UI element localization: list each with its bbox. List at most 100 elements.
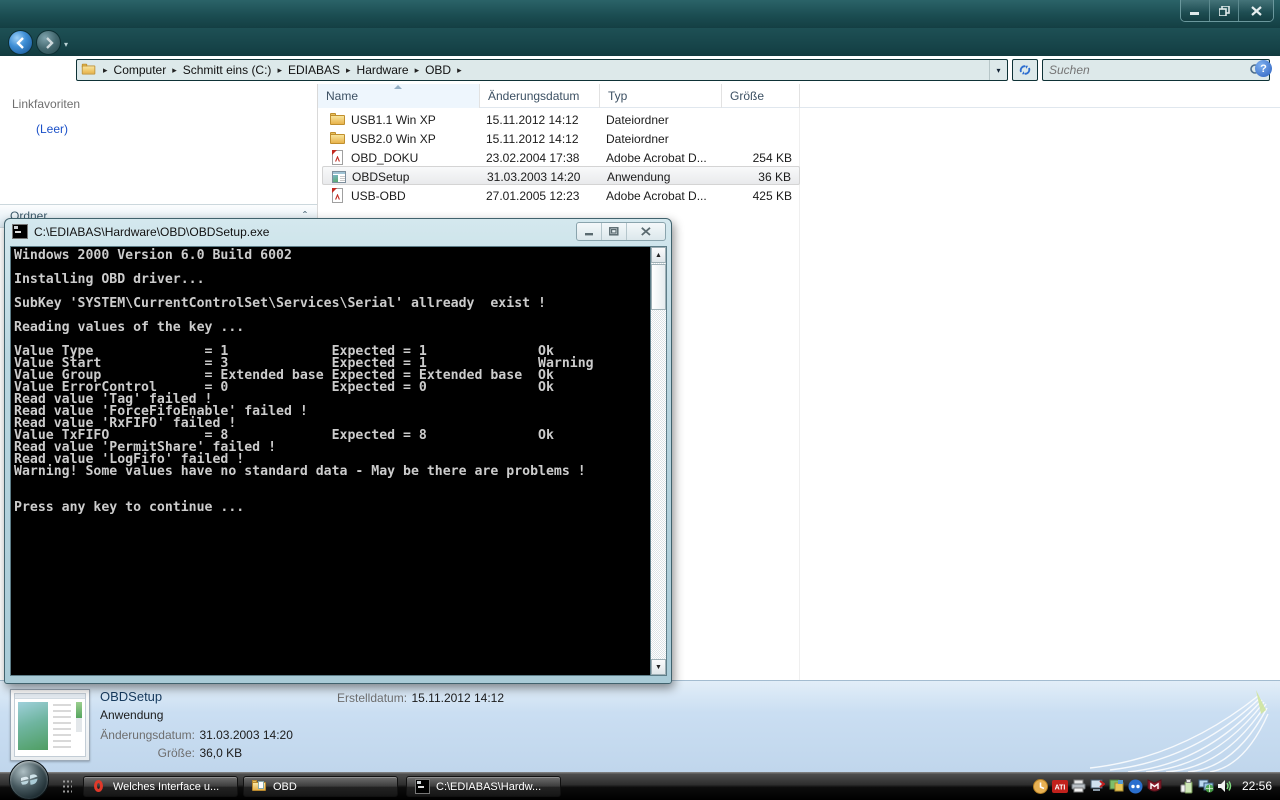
tray-pc-status-icon[interactable] <box>1090 778 1106 794</box>
search-box[interactable] <box>1042 59 1270 81</box>
file-type: Adobe Acrobat D... <box>606 186 707 205</box>
file-name: USB2.0 Win XP <box>351 132 436 146</box>
task-label: OBD <box>273 781 297 793</box>
file-name: USB-OBD <box>351 189 406 203</box>
file-row-obdsetup-selected[interactable]: OBDSetup 31.03.2003 14:20 Anwendung 36 K… <box>322 166 800 185</box>
address-dropdown-button[interactable]: ▾ <box>989 60 1007 80</box>
tray-ati-icon[interactable]: ATI <box>1052 778 1068 794</box>
file-type: Dateiordner <box>606 110 669 129</box>
tray-printer-icon[interactable] <box>1071 778 1087 794</box>
start-button[interactable] <box>9 760 49 800</box>
file-row-usb11[interactable]: USB1.1 Win XP 15.11.2012 14:12 Dateiordn… <box>322 110 800 129</box>
file-row-usb20[interactable]: USB2.0 Win XP 15.11.2012 14:12 Dateiordn… <box>322 129 800 148</box>
minimize-button[interactable] <box>1181 0 1210 21</box>
file-row-obddoku[interactable]: OBD_DOKU 23.02.2004 17:38 Adobe Acrobat … <box>322 148 800 167</box>
taskbar-clock[interactable]: 22:56 <box>1242 779 1272 793</box>
breadcrumb-folder-icon <box>82 63 96 77</box>
crumb-separator-icon: ▸ <box>451 65 468 76</box>
crumb-separator-icon: ▸ <box>97 65 114 76</box>
breadcrumb-item-drive[interactable]: Schmitt eins (C:) <box>183 63 272 77</box>
forward-arrow-icon <box>43 37 55 49</box>
tray-mcafee-icon[interactable] <box>1147 778 1163 794</box>
refresh-button[interactable] <box>1012 59 1038 81</box>
help-button[interactable]: ? <box>1255 60 1272 77</box>
close-icon <box>1251 6 1262 16</box>
breadcrumb-item-computer[interactable]: Computer <box>114 63 167 77</box>
file-name: OBDSetup <box>352 170 409 184</box>
restore-icon <box>1219 6 1230 16</box>
windows-logo-icon <box>10 761 48 799</box>
minimize-icon <box>585 228 594 236</box>
scroll-down-button[interactable]: ▼ <box>651 659 666 675</box>
search-input[interactable] <box>1049 63 1249 77</box>
sort-ascending-icon <box>394 85 402 89</box>
forward-button[interactable] <box>36 30 61 55</box>
folder-icon <box>252 779 267 794</box>
details-created-value: 15.11.2012 14:12 <box>411 691 504 705</box>
folder-icon <box>330 131 346 147</box>
column-header-size[interactable]: Größe <box>722 84 800 108</box>
crumb-separator-icon: ▸ <box>166 65 183 76</box>
details-modified-label: Änderungsdatum: <box>22 728 195 742</box>
console-maximize-button[interactable] <box>602 223 627 240</box>
console-titlebar[interactable]: C:\EDIABAS\Hardware\OBD\OBDSetup.exe <box>5 219 671 244</box>
system-tray: ATI 22:56 <box>1033 774 1276 798</box>
console-screen[interactable]: Windows 2000 Version 6.0 Build 6002 Inst… <box>10 246 650 676</box>
favorites-empty-item[interactable]: (Leer) <box>36 122 68 136</box>
breadcrumb[interactable]: ▸ Computer ▸ Schmitt eins (C:) ▸ EDIABAS… <box>76 59 1008 81</box>
console-title: C:\EDIABAS\Hardware\OBD\OBDSetup.exe <box>34 225 269 239</box>
tray-network-icon[interactable] <box>1198 778 1214 794</box>
tray-volume-icon[interactable] <box>1217 778 1233 794</box>
close-button[interactable] <box>1239 0 1273 21</box>
cmd-icon <box>415 779 430 794</box>
file-row-usbobd[interactable]: USB-OBD 27.01.2005 12:23 Adobe Acrobat D… <box>322 186 800 205</box>
tray-display-settings-icon[interactable] <box>1109 778 1125 794</box>
refresh-icon <box>1018 63 1032 77</box>
crumb-separator-icon: ▸ <box>340 65 357 76</box>
pdf-file-icon <box>330 188 346 204</box>
scrollbar-thumb[interactable] <box>651 264 666 310</box>
tray-messenger-icon[interactable] <box>1128 778 1144 794</box>
file-type: Adobe Acrobat D... <box>606 148 707 167</box>
breadcrumb-item-ediabas[interactable]: EDIABAS <box>288 63 340 77</box>
file-date: 23.02.2004 17:38 <box>486 148 579 167</box>
column-header-date[interactable]: Änderungsdatum <box>480 84 600 108</box>
history-dropdown[interactable]: ▾ <box>64 40 68 49</box>
back-arrow-icon <box>15 37 27 49</box>
back-button[interactable] <box>8 30 33 55</box>
tray-scheduler-icon[interactable] <box>1033 778 1049 794</box>
breadcrumb-item-hardware[interactable]: Hardware <box>357 63 409 77</box>
tray-usb-device-icon[interactable] <box>1179 778 1195 794</box>
console-close-button[interactable] <box>627 223 665 240</box>
file-type: Dateiordner <box>606 129 669 148</box>
task-label: C:\EDIABAS\Hardw... <box>436 781 541 793</box>
details-size-label: Größe: <box>22 746 195 760</box>
explorer-titlebar <box>0 0 1280 28</box>
console-window[interactable]: C:\EDIABAS\Hardware\OBD\OBDSetup.exe Win… <box>4 218 672 684</box>
maximize-icon <box>609 227 619 236</box>
opera-icon <box>92 779 107 794</box>
console-output: Windows 2000 Version 6.0 Build 6002 Inst… <box>11 247 650 514</box>
console-scrollbar[interactable]: ▲ ▼ <box>650 246 667 676</box>
file-date: 15.11.2012 14:12 <box>486 129 579 148</box>
details-pane: OBDSetup Anwendung Änderungsdatum: 31.03… <box>0 680 1280 772</box>
taskbar-button-console[interactable]: C:\EDIABAS\Hardw... <box>406 776 561 797</box>
console-caption-buttons <box>576 222 666 241</box>
file-date: 15.11.2012 14:12 <box>486 110 579 129</box>
scroll-up-button[interactable]: ▲ <box>651 247 666 263</box>
taskbar-button-browser[interactable]: Welches Interface u... <box>83 776 238 797</box>
breadcrumb-item-obd[interactable]: OBD <box>425 63 451 77</box>
console-minimize-button[interactable] <box>577 223 602 240</box>
favorite-links-label: Linkfavoriten <box>12 97 80 111</box>
file-size: 425 KB <box>753 186 792 205</box>
taskbar-button-obd-folder[interactable]: OBD <box>243 776 398 797</box>
explorer-caption-buttons <box>1180 0 1274 22</box>
details-file-name: OBDSetup <box>100 689 162 704</box>
details-size-value: 36,0 KB <box>199 746 242 760</box>
taskbar-grip <box>62 779 72 795</box>
details-file-type: Anwendung <box>100 708 163 722</box>
column-header-type[interactable]: Typ <box>600 84 722 108</box>
file-date: 31.03.2003 14:20 <box>487 167 580 186</box>
details-modified-value: 31.03.2003 14:20 <box>199 728 292 742</box>
restore-button[interactable] <box>1210 0 1239 21</box>
